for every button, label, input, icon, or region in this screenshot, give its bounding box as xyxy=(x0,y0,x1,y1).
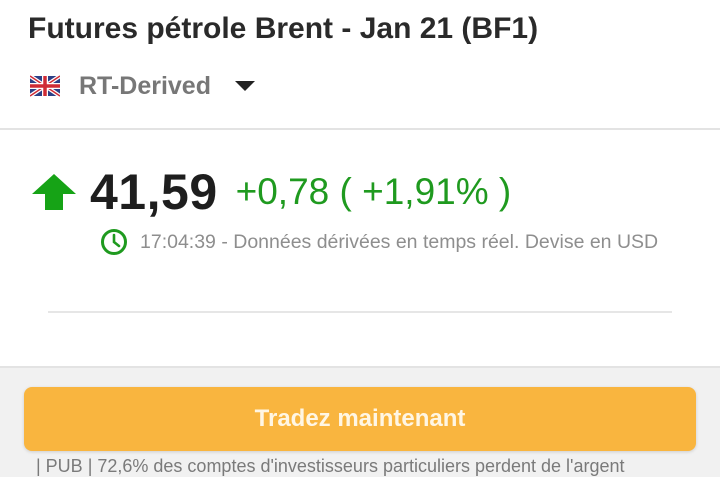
cta-section: Tradez maintenant | PUB | 72,6% des comp… xyxy=(0,368,720,476)
price-change: +0,78 ( +1,91% ) xyxy=(235,171,512,212)
page-title: Futures pétrole Brent - Jan 21 (BF1) xyxy=(28,12,539,45)
ad-disclaimer: | PUB | 72,6% des comptes d'investisseur… xyxy=(36,456,625,476)
quote-timestamp-text: 17:04:39 - Données dérivées en temps rée… xyxy=(100,230,680,255)
quote-time: 17:04:39 xyxy=(140,231,216,253)
data-source-selector[interactable]: RT-Derived xyxy=(30,70,255,102)
trade-now-button[interactable]: Tradez maintenant xyxy=(24,387,696,451)
clock-icon xyxy=(101,229,127,255)
quote-meta: 17:04:39 - Données dérivées en temps rée… xyxy=(100,229,680,255)
instrument-header: Futures pétrole Brent - Jan 21 (BF1) RT-… xyxy=(0,0,720,130)
quote-description: - Données dérivées en temps réel. Devise… xyxy=(221,231,659,253)
data-source-label: RT-Derived xyxy=(79,71,211,100)
quote-row: 41,59 +0,78 ( +1,91% ) xyxy=(32,160,511,224)
uk-flag-icon xyxy=(30,75,60,97)
last-price: 41,59 xyxy=(90,164,218,220)
quote-panel: 41,59 +0,78 ( +1,91% ) 17:04:39 - Donnée… xyxy=(0,130,720,368)
arrow-up-icon xyxy=(32,174,76,210)
caret-down-icon[interactable] xyxy=(234,81,255,91)
divider xyxy=(48,311,672,313)
